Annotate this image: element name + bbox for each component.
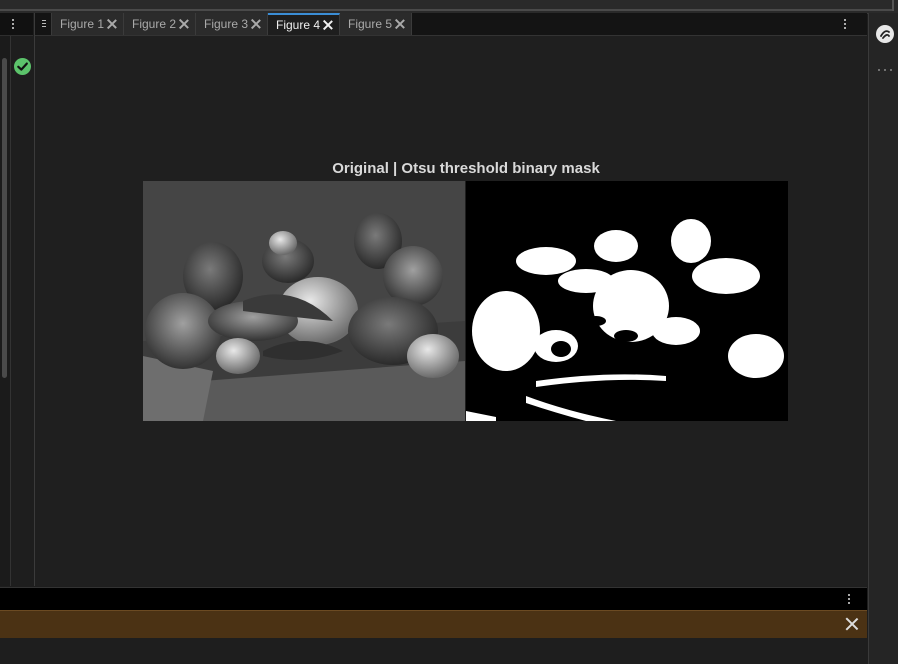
plugin-icon[interactable] <box>876 25 894 43</box>
tab-label: Figure 1 <box>60 17 105 31</box>
tab-figure-4[interactable]: Figure 4 <box>268 13 340 35</box>
tab-figure-5[interactable]: Figure 5 <box>340 13 412 35</box>
tab-label: Figure 5 <box>348 17 393 31</box>
close-icon[interactable] <box>846 618 858 630</box>
close-icon[interactable] <box>107 19 117 29</box>
tab-list-menu-icon[interactable] <box>37 13 52 35</box>
left-panel <box>0 13 35 586</box>
toolbar-edge <box>892 0 894 11</box>
figure-title: Original | Otsu threshold binary mask <box>332 160 600 177</box>
toolbar-divider <box>0 9 894 11</box>
tab-figure-1[interactable]: Figure 1 <box>52 13 124 35</box>
tab-label: Figure 2 <box>132 17 177 31</box>
vertical-scrollbar[interactable] <box>2 58 7 378</box>
otsu-binary-mask-image <box>466 181 788 421</box>
bottom-panel <box>0 638 867 664</box>
bottom-panel-header <box>0 587 867 610</box>
right-sidebar <box>868 13 898 664</box>
tab-figure-3[interactable]: Figure 3 <box>196 13 268 35</box>
more-horizontal-icon[interactable] <box>878 69 892 72</box>
left-panel-header <box>0 13 33 36</box>
tab-label: Figure 3 <box>204 17 249 31</box>
notification-bar <box>0 610 867 639</box>
kebab-menu-icon[interactable] <box>843 17 847 31</box>
left-gutter <box>0 36 11 586</box>
figure-tab-bar: Figure 1 Figure 2 Figure 3 Figure 4 Figu… <box>35 13 867 36</box>
tab-figure-2[interactable]: Figure 2 <box>124 13 196 35</box>
top-toolbar-strip <box>0 0 898 14</box>
kebab-menu-icon[interactable] <box>11 17 15 31</box>
tab-label: Figure 4 <box>276 18 321 32</box>
figure-canvas[interactable]: Original | Otsu threshold binary mask <box>35 36 867 586</box>
close-icon[interactable] <box>395 19 405 29</box>
close-icon[interactable] <box>179 19 189 29</box>
kebab-menu-icon[interactable] <box>847 592 851 606</box>
check-circle-icon <box>14 58 31 75</box>
close-icon[interactable] <box>251 19 261 29</box>
close-icon[interactable] <box>323 20 333 30</box>
original-grayscale-image <box>143 181 465 421</box>
